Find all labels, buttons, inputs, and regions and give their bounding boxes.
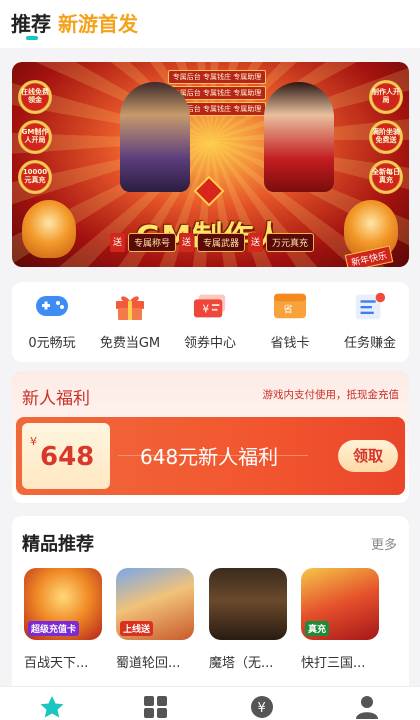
- nav-category-grid-icon[interactable]: [143, 695, 169, 720]
- svg-text:¥: ¥: [202, 304, 209, 316]
- promo-banner[interactable]: 专属后台 专属钱庄 专属助理 专属后台 专属钱庄 专属助理 专属后台 专属钱庄 …: [12, 62, 409, 267]
- new-user-welfare-card: 新人福利 游戏内支付使用，抵现金充值 ¥ 648 648元新人福利 领取: [12, 371, 409, 503]
- strip-send-label: 送: [109, 233, 125, 252]
- quick-nav-free-gm[interactable]: 免费当GM: [90, 282, 170, 362]
- svg-text:省: 省: [283, 304, 292, 316]
- star-icon: [40, 696, 64, 718]
- top-tab-bar: 推荐 新游首发: [0, 0, 420, 48]
- strip-send-label: 送: [178, 233, 194, 252]
- banner-top-tag: 专属后台 专属钱庄 专属助理: [167, 70, 267, 84]
- banner-badge: GM制作人开局: [18, 120, 52, 154]
- quick-nav-free-play[interactable]: 0元畅玩: [12, 282, 92, 362]
- game-thumbnail: 超级充值卡: [24, 568, 102, 640]
- coupon-description: 648元新人福利: [140, 445, 279, 469]
- game-name: 百战天下...: [24, 656, 89, 671]
- game-card[interactable]: 真充 快打三国...: [301, 568, 387, 671]
- gift-icon: [113, 290, 147, 322]
- featured-section: 精品推荐 更多 超级充值卡 百战天下... 上线送 蜀道轮回... 魔塔（无..…: [12, 516, 409, 686]
- task-icon: [353, 290, 387, 322]
- svg-text:¥: ¥: [258, 701, 266, 716]
- strip-gift: 专属武器: [197, 233, 246, 252]
- game-tag: [213, 634, 219, 636]
- claim-button[interactable]: 领取: [338, 440, 398, 472]
- quick-nav-task-earn[interactable]: 任务赚金: [330, 282, 410, 362]
- game-thumbnail: [209, 568, 287, 640]
- quick-nav-label: 0元畅玩: [28, 336, 76, 351]
- welfare-title: 新人福利: [22, 389, 90, 409]
- nav-welfare-coin-icon[interactable]: ¥: [249, 695, 275, 720]
- quick-nav: 0元畅玩 免费当GM ¥ 领券中心 省 省钱卡 任务赚金: [12, 282, 409, 362]
- coupon-icon: ¥: [193, 290, 227, 322]
- gamepad-icon: [35, 290, 69, 322]
- nav-profile-user-icon[interactable]: [354, 695, 380, 720]
- yen-coin-icon: ¥: [251, 696, 273, 718]
- banner-badge: 制作人开局: [369, 80, 403, 114]
- quick-nav-coupon-center[interactable]: ¥ 领券中心: [170, 282, 250, 362]
- strip-gift: 专属称号: [127, 233, 176, 252]
- banner-hero-female: [264, 82, 334, 192]
- savings-card-icon: 省: [273, 290, 307, 322]
- active-tab-indicator: [26, 36, 38, 40]
- coupon-amount: 648: [40, 442, 95, 472]
- game-tag: 超级充值卡: [28, 621, 80, 636]
- quick-nav-savings-card[interactable]: 省 省钱卡: [250, 282, 330, 362]
- nav-home-star-icon[interactable]: [39, 695, 65, 720]
- game-tag: 上线送: [120, 621, 154, 636]
- banner-badge: 满阶坐骑免费送: [369, 120, 403, 154]
- game-thumbnail: 上线送: [116, 568, 194, 640]
- welfare-coupon[interactable]: ¥ 648 648元新人福利 领取: [16, 417, 405, 495]
- welfare-note: 游戏内支付使用，抵现金充值: [262, 389, 400, 401]
- banner-right-badges: 制作人开局 满阶坐骑免费送 全新每日真充: [369, 80, 403, 194]
- bottom-nav: ¥: [0, 686, 420, 720]
- game-card[interactable]: 魔塔（无...: [209, 568, 295, 671]
- quick-nav-label: 省钱卡: [270, 336, 310, 351]
- quick-nav-label: 领券中心: [183, 336, 236, 351]
- game-name: 蜀道轮回...: [116, 656, 181, 671]
- coupon-currency: ¥: [30, 435, 37, 448]
- featured-title: 精品推荐: [22, 534, 94, 555]
- coupon-amount-stub: ¥ 648: [22, 423, 110, 489]
- game-card[interactable]: 上线送 蜀道轮回...: [116, 568, 202, 671]
- banner-badge: 10000元真充: [18, 160, 52, 194]
- grid-icon: [144, 696, 167, 718]
- strip-send-label: 送: [248, 233, 264, 252]
- quick-nav-label: 免费当GM: [99, 336, 161, 351]
- tab-recommend[interactable]: 推荐: [11, 8, 51, 37]
- banner-badge: 在线免费领金: [18, 80, 52, 114]
- game-name: 魔塔（无...: [209, 656, 274, 671]
- strip-gift: 万元真充: [266, 233, 315, 252]
- featured-more-link[interactable]: 更多: [371, 534, 397, 553]
- game-name: 快打三国...: [301, 656, 366, 671]
- banner-badge: 全新每日真充: [369, 160, 403, 194]
- banner-hero-male: [120, 82, 190, 192]
- tab-new-game-launch[interactable]: 新游首发: [58, 8, 138, 37]
- banner-gift-strip: 送 专属称号 送 专属武器 送 万元真充: [82, 233, 342, 252]
- game-tag: 真充: [305, 621, 330, 636]
- game-thumbnail: 真充: [301, 568, 379, 640]
- banner-left-badges: 在线免费领金 GM制作人开局 10000元真充: [18, 80, 52, 194]
- game-card[interactable]: 超级充值卡 百战天下...: [24, 568, 110, 671]
- quick-nav-label: 任务赚金: [343, 336, 396, 351]
- user-icon: [356, 696, 378, 719]
